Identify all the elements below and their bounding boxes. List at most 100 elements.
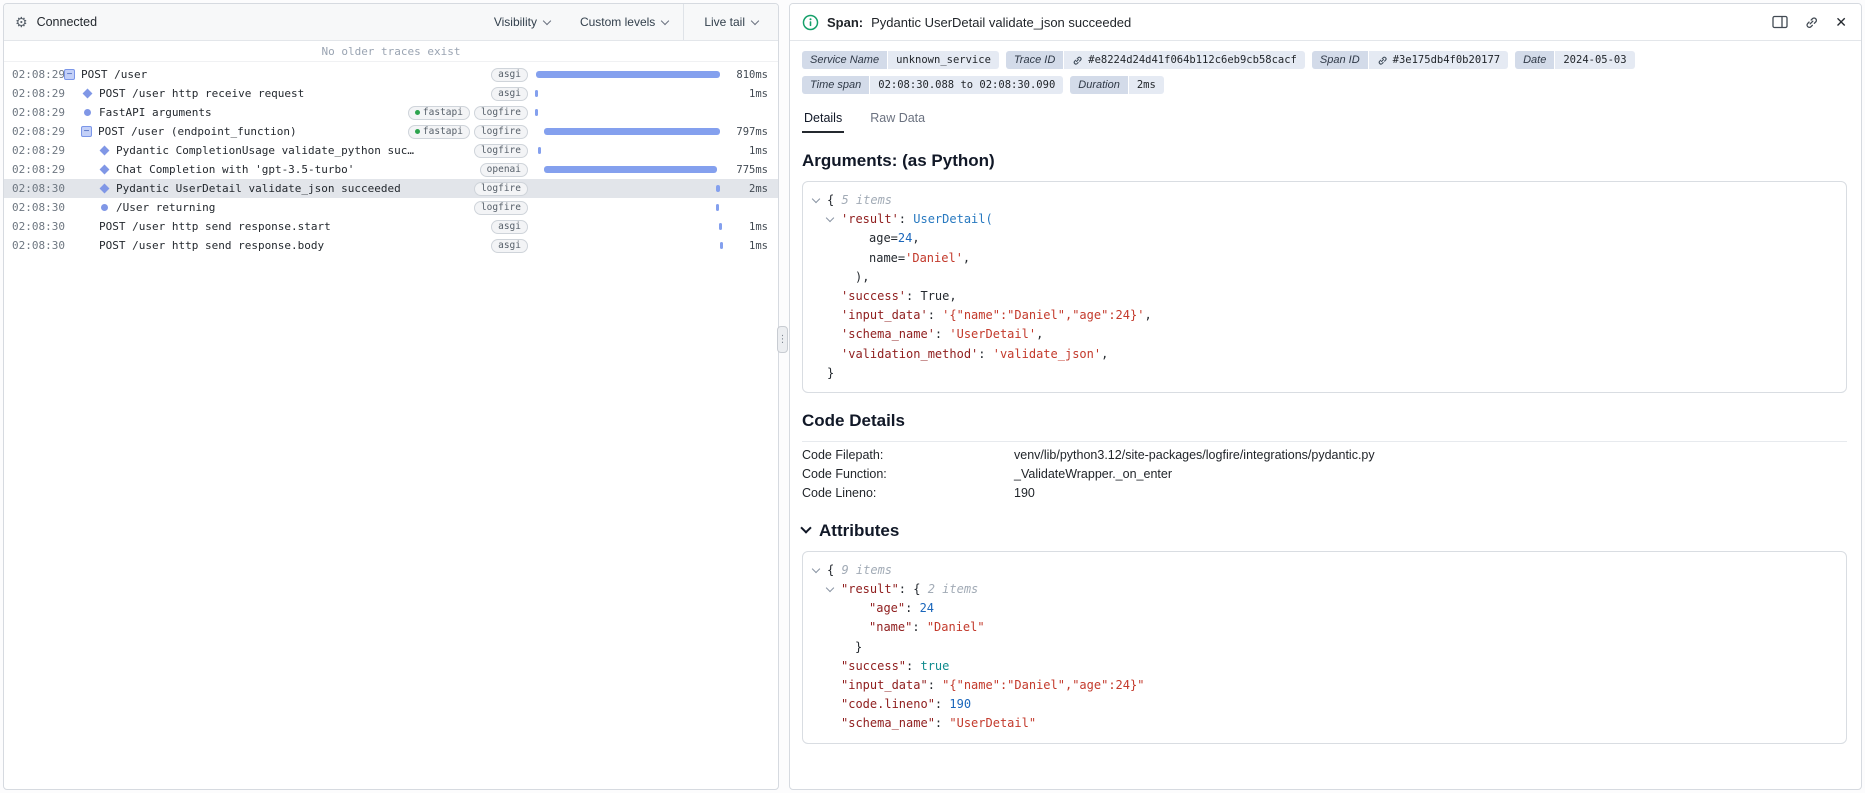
duration-text: 1ms <box>749 239 768 252</box>
detail-tabs: Details Raw Data <box>802 107 1847 133</box>
tag-logfire: logfire <box>473 200 528 215</box>
span-detail-body: Service Name unknown_service Trace ID #e822… <box>790 41 1861 789</box>
code-line: 'validation_method': 'validate_json', <box>841 346 1109 361</box>
duration-track <box>534 198 724 217</box>
code-detail-label: Code Filepath: <box>802 448 884 463</box>
panel-layout-icon[interactable] <box>1772 15 1788 29</box>
panel-resize-handle[interactable]: ⋮ <box>777 326 788 353</box>
code-line: 'result': UserDetail( <box>813 210 1836 229</box>
no-icon <box>81 240 93 252</box>
span-label: POST /user <box>81 68 148 81</box>
code-detail-value: 190 <box>1014 486 1035 501</box>
timestamp: 02:08:29 <box>12 68 65 81</box>
duration-bar <box>535 71 721 78</box>
timestamp: 02:08:29 <box>12 144 65 157</box>
badge-value: unknown_service <box>888 51 999 69</box>
trace-row[interactable]: 02:08:29− POST /user asgi 810ms <box>4 65 778 84</box>
badge-label: Duration <box>1070 76 1128 94</box>
tag-openai: openai <box>479 162 528 177</box>
log-circle-icon <box>98 202 110 214</box>
duration-text: 797ms <box>736 125 768 138</box>
duration-track <box>534 141 724 160</box>
tab-details[interactable]: Details <box>802 107 845 133</box>
code-line: "success": true <box>841 658 950 673</box>
duration-track <box>534 103 724 122</box>
trace-panel: ⚙ Connected Visibility Custom levels Liv… <box>3 3 779 790</box>
attributes-heading[interactable]: Attributes <box>800 521 1847 541</box>
duration-bar <box>534 109 538 116</box>
code-line: "result": { 2 items <box>813 580 1836 599</box>
badge-value: 02:08:30.088 to 02:08:30.090 <box>870 76 1064 94</box>
span-diamond-icon <box>98 145 110 157</box>
info-icon <box>802 14 819 31</box>
code-line: "name": "Daniel" <box>869 620 985 635</box>
tab-raw-data[interactable]: Raw Data <box>868 107 927 133</box>
code-line: age=24, <box>869 231 920 246</box>
trace-row[interactable]: 02:08:30 Pydantic UserDetail validate_jso… <box>4 179 778 198</box>
collapse-caret-icon[interactable] <box>811 561 827 580</box>
visibility-menu[interactable]: Visibility <box>479 4 565 40</box>
duration-text: 1ms <box>749 144 768 157</box>
collapse-caret-icon[interactable] <box>825 580 841 599</box>
span-label: Chat Completion with 'gpt-3.5-turbo' <box>116 163 355 176</box>
tag-logfire: logfire <box>473 181 528 196</box>
timestamp: 02:08:29 <box>12 106 65 119</box>
span-diamond-icon <box>98 164 110 176</box>
trace-row[interactable]: 02:08:30 POST /user http send response.bo… <box>4 236 778 255</box>
code-line: } <box>827 365 835 380</box>
meta-badge: Service Name unknown_service <box>802 51 999 69</box>
duration-text: 2ms <box>749 182 768 195</box>
trace-row[interactable]: 02:08:30 POST /user http send response.st… <box>4 217 778 236</box>
close-icon[interactable]: ✕ <box>1835 15 1847 29</box>
timestamp: 02:08:29 <box>12 163 65 176</box>
duration-track <box>534 236 724 255</box>
trace-row[interactable]: 02:08:29 Chat Completion with 'gpt-3.5-tu… <box>4 160 778 179</box>
tag-fastapi: fastapi <box>407 105 470 120</box>
span-label: FastAPI arguments <box>99 106 212 119</box>
live-tail-menu-label: Live tail <box>704 15 745 29</box>
meta-badge: Date 2024-05-03 <box>1515 51 1635 69</box>
span-label: POST /user http receive request <box>99 87 305 100</box>
copy-link-icon[interactable] <box>1804 15 1819 30</box>
trace-row[interactable]: 02:08:30/User returning logfire <box>4 198 778 217</box>
custom-levels-menu-label: Custom levels <box>579 15 656 29</box>
duration-bar <box>534 90 538 97</box>
trace-toolbar: ⚙ Connected Visibility Custom levels Liv… <box>4 4 778 41</box>
trace-row[interactable]: 02:08:29 Pydantic CompletionUsage validat… <box>4 141 778 160</box>
code-line: name='Daniel', <box>869 250 971 265</box>
span-label: Pydantic UserDetail validate_json succee… <box>116 182 401 195</box>
connection-status: Connected <box>36 15 98 29</box>
collapse-caret-icon[interactable] <box>825 210 841 229</box>
settings-gear-icon[interactable]: ⚙ <box>15 14 28 31</box>
duration-bar <box>719 223 723 230</box>
trace-row[interactable]: 02:08:29 − POST /user (endpoint_function) f… <box>4 122 778 141</box>
link-icon <box>1072 55 1083 66</box>
collapse-caret-icon[interactable] <box>811 191 827 210</box>
duration-bar <box>537 147 541 154</box>
collapse-icon[interactable]: − <box>64 69 75 80</box>
duration-track <box>534 65 724 84</box>
tag-asgi: asgi <box>491 238 528 253</box>
custom-levels-menu[interactable]: Custom levels <box>565 4 683 40</box>
badge-label: Span ID <box>1311 51 1368 69</box>
live-tail-menu[interactable]: Live tail <box>683 4 778 40</box>
code-detail-value: _ValidateWrapper._on_enter <box>1014 467 1172 482</box>
meta-badge: Trace ID #e8224d24d41f064b112c6eb9cb58cac… <box>1005 51 1305 69</box>
link-icon <box>1377 55 1388 66</box>
code-line: "age": 24 <box>869 601 935 616</box>
tag-logfire: logfire <box>473 143 528 158</box>
span-title: Pydantic UserDetail validate_json succee… <box>871 14 1132 30</box>
visibility-menu-label: Visibility <box>493 15 537 29</box>
trace-row[interactable]: 02:08:29 POST /user http receive request a… <box>4 84 778 103</box>
duration-track <box>534 160 724 179</box>
code-details-heading: Code Details <box>802 410 905 430</box>
code-detail-row: Code Filepath: venv/lib/python3.12/site-p… <box>802 446 1847 465</box>
collapse-icon[interactable]: − <box>81 126 92 137</box>
badge-label: Trace ID <box>1005 51 1064 69</box>
duration-text: 1ms <box>749 87 768 100</box>
tag-fastapi: fastapi <box>407 124 470 139</box>
badge-value: #3e175db4f0b20177 <box>1368 51 1509 69</box>
app: ⚙ Connected Visibility Custom levels Liv… <box>0 0 1865 793</box>
trace-row[interactable]: 02:08:29 FastAPI arguments fastapi logfire <box>4 103 778 122</box>
duration-bar <box>544 166 718 173</box>
